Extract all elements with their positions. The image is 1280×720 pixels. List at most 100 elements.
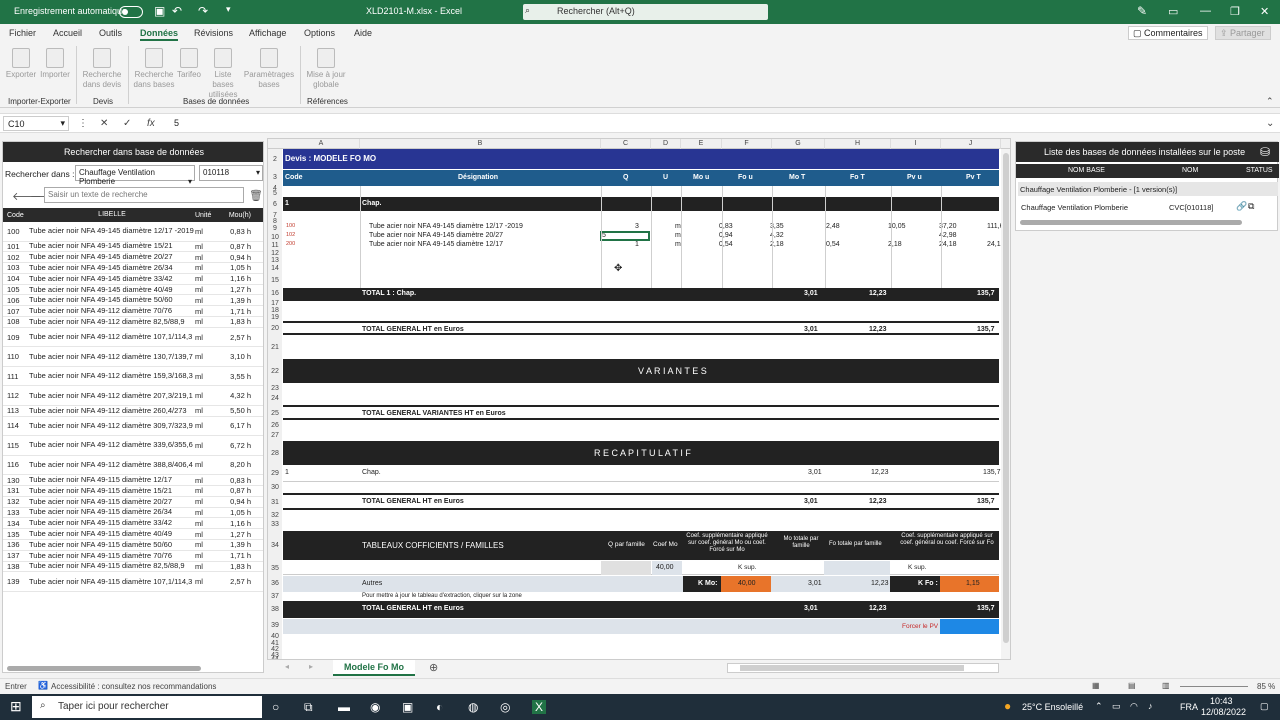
list-item[interactable]: 105 Tube acier noir NFA 49-145 diamètre 4…: [3, 285, 263, 296]
horizontal-scrollbar[interactable]: [7, 666, 201, 671]
link-icon[interactable]: 🔗: [1236, 201, 1247, 212]
line-code[interactable]: 100: [286, 223, 295, 229]
row-header[interactable]: 22: [268, 359, 282, 384]
list-item[interactable]: 137 Tube acier noir NFA 49-115 diamètre 7…: [3, 551, 263, 562]
search-input[interactable]: ⌕ Rechercher (Alt+Q): [523, 4, 768, 20]
search-bases-button[interactable]: Recherche dans bases: [132, 48, 176, 90]
list-item[interactable]: 110 Tube acier noir NFA 49-112 diamètre 1…: [3, 347, 263, 367]
row-header[interactable]: 30: [268, 482, 282, 493]
redo-icon[interactable]: ↷: [198, 4, 208, 18]
row-header[interactable]: 26: [268, 422, 282, 430]
wifi-icon[interactable]: ◠: [1130, 701, 1138, 712]
settings-bases-button[interactable]: Paramètrages bases: [243, 48, 295, 90]
line-code[interactable]: 102: [286, 232, 295, 238]
base-select[interactable]: Chauffage Ventilation Plomberie ▾: [75, 165, 195, 186]
row-header[interactable]: 36: [268, 576, 282, 592]
list-item[interactable]: 107 Tube acier noir NFA 49-112 diamètre 7…: [3, 306, 263, 318]
list-item[interactable]: 138 Tube acier noir NFA 49-115 diamètre 8…: [3, 562, 263, 573]
vertical-scrollbar[interactable]: [1001, 149, 1010, 659]
save-icon[interactable]: ▣: [154, 4, 165, 18]
volume-icon[interactable]: ♪: [1148, 701, 1153, 711]
q-famille-cell[interactable]: [601, 561, 651, 575]
tab-outils[interactable]: Outils: [99, 28, 122, 38]
row-header[interactable]: 10: [268, 233, 282, 242]
list-item[interactable]: 131 Tube acier noir NFA 49-115 diamètre 1…: [3, 486, 263, 497]
column-header-i[interactable]: I: [891, 139, 941, 149]
forcer-pv-cell[interactable]: [940, 619, 999, 634]
clock-date[interactable]: 12/08/2022: [1201, 707, 1246, 717]
normal-view-icon[interactable]: ▦: [1092, 681, 1100, 690]
tarifeo-button[interactable]: Tarifeo: [175, 48, 203, 80]
page-layout-icon[interactable]: ▤: [1128, 681, 1136, 690]
list-item[interactable]: 109 Tube acier noir NFA 49-112 diamètre 1…: [3, 328, 263, 348]
line-des[interactable]: Tube acier noir NFA 49-145 diamètre 12/1…: [369, 241, 503, 248]
language-indicator[interactable]: FRA: [1180, 702, 1198, 712]
list-item[interactable]: 103 Tube acier noir NFA 49-145 diamètre 2…: [3, 263, 263, 274]
search-text-input[interactable]: Saisir un texte de recherche: [44, 187, 244, 203]
confirm-icon[interactable]: ✓: [123, 118, 131, 129]
column-header-j[interactable]: J: [941, 139, 1001, 149]
sheet-tab-modele-fo-mo[interactable]: Modele Fo Mo: [333, 660, 415, 676]
row-header[interactable]: 14: [268, 264, 282, 274]
expand-formula-icon[interactable]: ⌄: [1266, 118, 1274, 129]
list-item[interactable]: 111 Tube acier noir NFA 49-112 diamètre 1…: [3, 367, 263, 387]
list-item[interactable]: 133 Tube acier noir NFA 49-115 diamètre 2…: [3, 508, 263, 519]
export-button[interactable]: Exporter: [4, 48, 38, 80]
column-header-e[interactable]: E: [681, 139, 722, 149]
name-box[interactable]: C10 ▾: [3, 116, 69, 131]
row-header[interactable]: 20: [268, 321, 282, 337]
excel-icon[interactable]: X: [532, 700, 547, 714]
sheet-scroll-thumb[interactable]: [740, 665, 964, 671]
windows-start-icon[interactable]: ⊞: [10, 698, 22, 715]
weather-text[interactable]: 25°C Ensoleillé: [1022, 702, 1083, 712]
row-header[interactable]: 2: [268, 149, 282, 170]
cortana-icon[interactable]: ○: [272, 700, 279, 714]
row-header[interactable]: 11: [268, 242, 282, 250]
cancel-icon[interactable]: ✕: [100, 118, 108, 129]
taskbar-search[interactable]: ⌕ Taper ici pour rechercher: [32, 696, 262, 718]
list-item[interactable]: 102 Tube acier noir NFA 49-145 diamètre 2…: [3, 252, 263, 264]
list-item[interactable]: 135 Tube acier noir NFA 49-115 diamètre 4…: [3, 529, 263, 540]
app-icon[interactable]: ▣: [402, 700, 413, 714]
row-header[interactable]: 40: [268, 633, 282, 640]
vertical-scroll-thumb[interactable]: [1003, 153, 1009, 643]
update-global-button[interactable]: Mise à jour globale: [304, 48, 348, 90]
line-code[interactable]: 200: [286, 241, 295, 247]
row-header[interactable]: 24: [268, 393, 282, 405]
tab-options[interactable]: Options: [304, 28, 335, 38]
list-item[interactable]: 101 Tube acier noir NFA 49-145 diamètre 1…: [3, 242, 263, 253]
import-button[interactable]: Importer: [38, 48, 72, 80]
column-header-d[interactable]: D: [651, 139, 681, 149]
line-mot[interactable]: 2,48: [826, 223, 840, 230]
row-header[interactable]: 28: [268, 441, 282, 466]
comments-button[interactable]: ▢ Commentaires: [1128, 26, 1208, 40]
autosave-toggle[interactable]: [119, 6, 143, 18]
tray-chevron-icon[interactable]: ⌃: [1095, 701, 1103, 712]
horizontal-scrollbar[interactable]: [1020, 220, 1242, 225]
list-item[interactable]: 108 Tube acier noir NFA 49-112 diamètre 8…: [3, 317, 263, 328]
formula-input[interactable]: 5: [174, 118, 179, 128]
open-icon[interactable]: ⧉: [1248, 201, 1254, 212]
row-header[interactable]: 15: [268, 274, 282, 288]
list-item[interactable]: 113 Tube acier noir NFA 49-112 diamètre 2…: [3, 406, 263, 417]
search-devis-button[interactable]: Recherche dans devis: [80, 48, 124, 90]
row-header[interactable]: 9: [268, 224, 282, 233]
file-explorer-icon[interactable]: ▬: [338, 700, 350, 714]
row-header[interactable]: 31: [268, 493, 282, 512]
clock-time[interactable]: 10:43: [1210, 696, 1233, 706]
chrome-icon[interactable]: ◎: [500, 700, 510, 714]
tab-fichier[interactable]: Fichier: [9, 28, 36, 38]
list-item[interactable]: 112 Tube acier noir NFA 49-112 diamètre 2…: [3, 386, 263, 406]
row-header[interactable]: 12: [268, 250, 282, 257]
line-pvt[interactable]: 24,1: [987, 241, 1001, 248]
row-header[interactable]: 16: [268, 288, 282, 300]
customize-icon[interactable]: ▾: [226, 4, 231, 15]
line-des[interactable]: Tube acier noir NFA 49-145 diamètre 12/1…: [369, 223, 523, 230]
line-des[interactable]: Tube acier noir NFA 49-145 diamètre 20/2…: [369, 232, 503, 239]
column-header-g[interactable]: G: [772, 139, 825, 149]
accessibility-status[interactable]: Accessibilité : consultez nos recommanda…: [51, 682, 216, 691]
sheet-horizontal-scrollbar[interactable]: [727, 663, 999, 673]
row-header[interactable]: 6: [268, 197, 282, 212]
line-q[interactable]: 3: [635, 223, 639, 230]
list-item[interactable]: 100 Tube acier noir NFA 49-145 diamètre 1…: [3, 222, 263, 242]
